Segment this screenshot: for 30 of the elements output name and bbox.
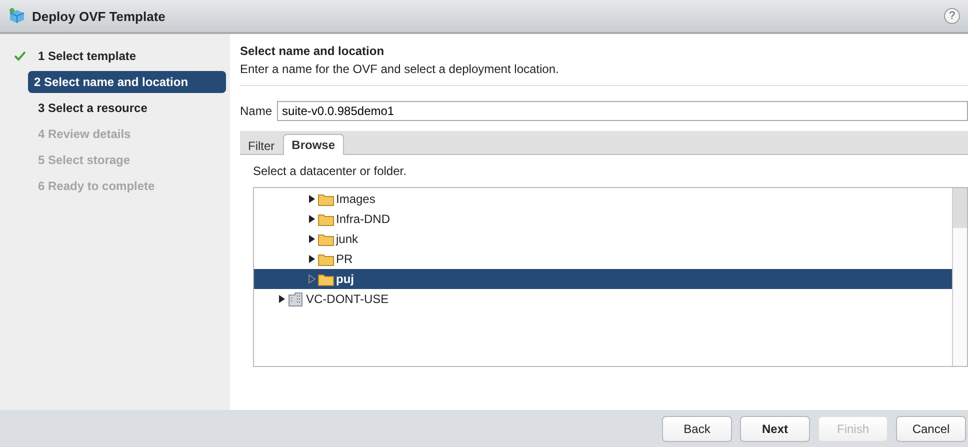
window-title: Deploy OVF Template [32, 8, 166, 24]
name-field[interactable]: suite-v0.0.985demo1 [277, 101, 968, 121]
tab[interactable]: Browse [282, 134, 344, 155]
wizard-button[interactable]: Next [740, 416, 810, 442]
page-subtitle: Enter a name for the OVF and select a deployment location. [240, 62, 968, 86]
expand-arrow-icon[interactable] [278, 294, 286, 304]
page-title: Select name and location [240, 44, 386, 58]
wizard-button[interactable]: Back [662, 416, 732, 442]
tree-item[interactable]: puj [254, 269, 952, 289]
folder-icon [318, 192, 334, 206]
tab[interactable]: Filter [240, 136, 283, 155]
folder-icon [318, 212, 334, 226]
wizard-step[interactable]: 2 Select name and location [28, 71, 226, 93]
building-icon [288, 292, 304, 306]
tree-item[interactable]: Infra-DND [254, 209, 952, 229]
wizard-step[interactable]: 3 Select a resource [32, 97, 230, 119]
box-icon [8, 7, 26, 25]
folder-icon [318, 232, 334, 246]
tree-item[interactable]: VC-DONT-USE [254, 289, 952, 309]
name-label: Name [240, 104, 272, 118]
tree-item[interactable]: junk [254, 229, 952, 249]
browse-hint: Select a datacenter or folder. [253, 164, 408, 178]
folder-icon [318, 272, 334, 286]
folder-icon [318, 252, 334, 266]
tree-item[interactable]: Images [254, 189, 952, 209]
scrollbar[interactable] [952, 188, 967, 366]
wizard-button[interactable]: Cancel [896, 416, 966, 442]
wizard-step[interactable]: 1 Select template [32, 45, 230, 67]
help-button[interactable]: ? [944, 8, 960, 24]
tree-item[interactable]: PR [254, 249, 952, 269]
